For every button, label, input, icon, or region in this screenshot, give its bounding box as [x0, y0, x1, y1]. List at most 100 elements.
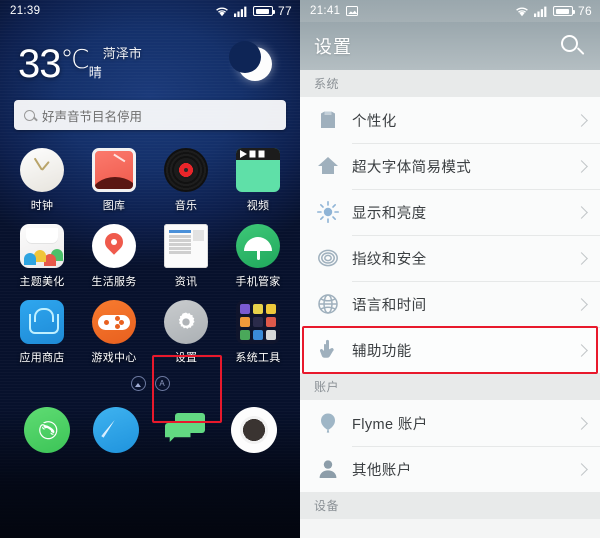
app-app-store[interactable]: 应用商店	[6, 300, 78, 365]
settings-item-display-brightness[interactable]: 显示和亮度	[300, 189, 600, 235]
app-label: 游戏中心	[91, 352, 137, 364]
chevron-right-icon	[575, 462, 588, 476]
settings-item-fingerprint-security[interactable]: 指纹和安全	[300, 235, 600, 281]
status-bar-right: 76	[515, 4, 592, 18]
status-bar-right: 77	[215, 4, 292, 18]
gallery-icon	[92, 148, 136, 192]
settings-item-personalization[interactable]: 个性化	[300, 97, 600, 143]
weather-city: 菏泽市	[102, 46, 142, 62]
section-title: 设备	[314, 499, 340, 513]
life-services-icon	[92, 224, 136, 268]
settings-item-language-time[interactable]: 语言和时间	[300, 281, 600, 327]
wifi-icon	[516, 7, 528, 16]
brightness-sun-icon	[316, 200, 340, 224]
battery-icon	[253, 6, 276, 16]
music-icon	[164, 148, 208, 192]
search-bar[interactable]: 好声音节目名停用	[14, 100, 286, 130]
status-time: 21:41	[310, 5, 341, 17]
game-center-icon	[92, 300, 136, 344]
weather-temperature: 33℃	[18, 42, 90, 86]
phone-manager-icon	[236, 224, 280, 268]
app-settings[interactable]: 设置	[150, 300, 222, 365]
person-icon	[316, 457, 340, 481]
section-header-system: 系统	[300, 70, 600, 97]
chevron-right-icon	[575, 297, 588, 311]
app-label: 图库	[102, 200, 126, 212]
battery-percent: 76	[578, 4, 592, 18]
app-label: 生活服务	[91, 276, 137, 288]
wifi-icon	[216, 7, 228, 16]
chevron-right-icon	[575, 343, 588, 357]
chevron-right-icon	[575, 113, 588, 127]
weather-widget[interactable]: 33℃ 菏泽市 晴	[0, 41, 300, 86]
search-icon	[24, 109, 35, 121]
page-dot-label: A	[159, 379, 165, 388]
settings-item-label: 超大字体简易模式	[352, 159, 472, 176]
gear-glyph	[178, 312, 195, 329]
status-time: 21:39	[10, 5, 41, 17]
app-theme[interactable]: 主题美化	[6, 224, 78, 289]
clock-icon	[20, 148, 64, 192]
app-life-services[interactable]: 生活服务	[78, 224, 150, 289]
settings-item-label: 指纹和安全	[352, 251, 427, 268]
settings-item-flyme-account[interactable]: Flyme 账户	[300, 400, 600, 446]
phone-icon[interactable]	[23, 407, 70, 453]
app-label: 时钟	[30, 200, 54, 212]
chevron-right-icon	[575, 205, 588, 219]
section-title: 账户	[314, 380, 340, 394]
search-icon[interactable]	[558, 32, 586, 60]
shirt-icon	[316, 108, 340, 132]
news-icon	[164, 224, 208, 268]
home-icon	[316, 154, 340, 178]
app-row: 应用商店 游戏中心 设置 系统工具	[6, 300, 294, 365]
section-header-accounts: 账户	[300, 373, 600, 400]
section-header-device: 设备	[300, 492, 600, 519]
chevron-right-icon	[575, 159, 588, 173]
app-row: 时钟 图库 音乐 视频	[6, 148, 294, 213]
camera-icon[interactable]	[230, 407, 277, 453]
settings-item-label: 其他账户	[352, 462, 412, 479]
app-label: 主题美化	[19, 276, 65, 288]
settings-status-bar: 21:41 76	[300, 0, 600, 22]
compass-browser-icon[interactable]	[92, 407, 139, 453]
image-icon	[346, 6, 359, 16]
accessibility-highlight-box	[302, 326, 598, 374]
settings-gear-icon	[164, 300, 208, 344]
home-status-bar: 21:39 77	[0, 0, 300, 22]
settings-item-other-accounts[interactable]: 其他账户	[300, 446, 600, 492]
app-game-center[interactable]: 游戏中心	[78, 300, 150, 365]
degree-unit: ℃	[60, 44, 90, 74]
app-clock[interactable]: 时钟	[6, 148, 78, 213]
battery-percent: 77	[278, 4, 292, 18]
settings-screen-panel: 21:41 76 设置 系统 个性化 超大字体简易模式 显示和亮度 指纹和安全 …	[300, 0, 600, 538]
app-store-icon	[20, 300, 64, 344]
signal-icon	[234, 6, 247, 17]
weather-condition: 晴	[88, 65, 102, 80]
status-bar-left: 21:39	[10, 5, 40, 17]
battery-icon	[553, 6, 576, 16]
app-news[interactable]: 资讯	[150, 224, 222, 289]
app-label: 系统工具	[235, 352, 281, 364]
status-bar-left: 21:41	[310, 5, 359, 17]
settings-item-label: Flyme 账户	[352, 416, 428, 433]
weather-text: 菏泽市 晴	[89, 45, 142, 83]
settings-item-label: 语言和时间	[352, 297, 427, 314]
home-page-icon[interactable]	[130, 376, 146, 391]
app-label: 手机管家	[235, 276, 281, 288]
app-video[interactable]: 视频	[222, 148, 294, 213]
settings-item-large-font-mode[interactable]: 超大字体简易模式	[300, 143, 600, 189]
app-gallery[interactable]: 图库	[78, 148, 150, 213]
theme-icon	[20, 224, 64, 268]
chevron-right-icon	[575, 416, 588, 430]
app-phone-manager[interactable]: 手机管家	[222, 224, 294, 289]
a-page-icon[interactable]: A	[154, 376, 170, 391]
globe-icon	[316, 292, 340, 316]
fingerprint-icon	[316, 246, 340, 270]
chevron-right-icon	[575, 251, 588, 265]
app-system-tools[interactable]: 系统工具	[222, 300, 294, 365]
temperature-value: 33	[18, 42, 61, 86]
app-music[interactable]: 音乐	[150, 148, 222, 213]
settings-item-accessibility[interactable]: 辅助功能	[300, 326, 600, 374]
message-bubble-icon[interactable]	[162, 407, 208, 453]
hand-pointer-icon	[316, 338, 340, 362]
